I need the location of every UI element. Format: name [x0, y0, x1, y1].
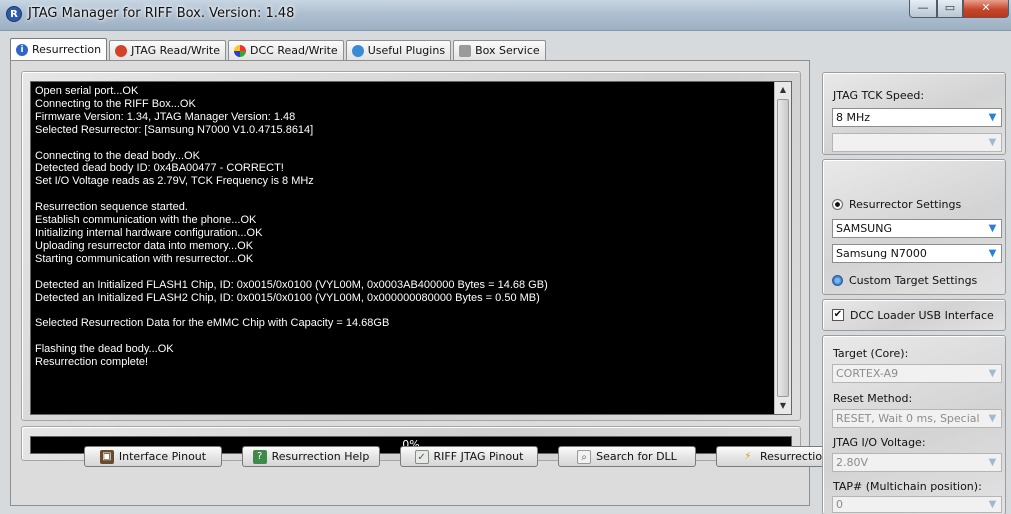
dropdown-arrow-icon: ▼ [988, 112, 997, 123]
resurrector-settings-radio[interactable] [832, 199, 843, 210]
tab-useful-plugins[interactable]: Useful Plugins [345, 40, 452, 60]
tck-secondary-select[interactable]: ▼ [832, 133, 1002, 152]
io-voltage-value: 2.80V [836, 456, 869, 469]
scroll-thumb[interactable] [777, 99, 789, 397]
log-group: Open serial port...OK Connecting to the … [21, 71, 801, 421]
search-for-dll-button[interactable]: ⌕ Search for DLL [558, 446, 696, 467]
chip-icon [115, 44, 128, 57]
tab-label: Useful Plugins [367, 44, 446, 57]
dcc-loader-label: DCC Loader USB Interface [850, 309, 994, 322]
tap-label: TAP# (Multichain position): [833, 480, 982, 493]
button-label: Resurrection Help [271, 450, 370, 463]
target-core-value: CORTEX-A9 [836, 367, 899, 380]
box-icon [459, 44, 472, 57]
manufacturer-select[interactable]: SAMSUNG ▼ [832, 219, 1002, 238]
riff-jtag-pinout-button[interactable]: ✓ RIFF JTAG Pinout [400, 446, 538, 467]
tck-speed-select[interactable]: 8 MHz ▼ [832, 108, 1002, 127]
button-label: Interface Pinout [118, 450, 207, 463]
tab-label: JTAG Read/Write [131, 44, 220, 57]
scroll-up-arrow-icon[interactable]: ▲ [775, 82, 791, 98]
close-button[interactable]: ✕ [963, 0, 1009, 18]
dropdown-arrow-icon: ▼ [988, 499, 997, 510]
button-label: Search for DLL [596, 450, 677, 463]
resurrection-help-button[interactable]: ? Resurrection Help [242, 446, 380, 467]
interface-pinout-button[interactable]: ▣ Interface Pinout [84, 446, 222, 467]
dropdown-arrow-icon: ▼ [988, 457, 997, 468]
action-buttons: ▣ Interface Pinout ? Resurrection Help ✓… [84, 446, 854, 467]
dropdown-arrow-icon: ▼ [988, 248, 997, 259]
window-title: JTAG Manager for RIFF Box. Version: 1.48 [28, 6, 295, 21]
tap-select[interactable]: 0 ▼ [832, 496, 1002, 513]
tab-jtag-read-write[interactable]: JTAG Read/Write [109, 40, 226, 60]
reset-method-select[interactable]: RESET, Wait 0 ms, Special ▼ [832, 409, 1002, 428]
reset-method-value: RESET, Wait 0 ms, Special [836, 412, 980, 425]
tck-speed-group: JTAG TCK Speed: 8 MHz ▼ ▼ [822, 72, 1006, 155]
search-icon: ⌕ [577, 449, 592, 464]
scroll-down-arrow-icon[interactable]: ▼ [775, 398, 791, 414]
minimize-button[interactable]: — [909, 0, 937, 18]
model-select[interactable]: Samsung N7000 ▼ [832, 244, 1002, 263]
custom-target-label: Custom Target Settings [849, 274, 978, 287]
reset-method-label: Reset Method: [833, 392, 913, 405]
io-voltage-select[interactable]: 2.80V ▼ [832, 453, 1002, 472]
connector-icon: ✓ [414, 449, 429, 464]
tck-speed-label: JTAG TCK Speed: [833, 89, 925, 102]
app-icon: R [6, 6, 22, 22]
tab-label: DCC Read/Write [249, 44, 338, 57]
tab-dcc-read-write[interactable]: DCC Read/Write [227, 40, 344, 60]
tab-box-service[interactable]: Box Service [453, 40, 546, 60]
dcc-loader-group: ✔ DCC Loader USB Interface [822, 299, 1006, 331]
target-core-label: Target (Core): [833, 347, 909, 360]
globe-icon [351, 44, 364, 57]
dropdown-arrow-icon: ▼ [988, 223, 997, 234]
resurrector-settings-label: Resurrector Settings [849, 198, 962, 211]
color-wheel-icon [233, 44, 246, 57]
resurrector-settings-group: Resurrector Settings SAMSUNG ▼ Samsung N… [822, 159, 1006, 295]
dropdown-arrow-icon: ▼ [988, 137, 997, 148]
maximize-button[interactable]: ▭ [937, 0, 963, 18]
tab-resurrection[interactable]: i Resurrection [10, 38, 108, 60]
settings-sidebar: JTAG TCK Speed: 8 MHz ▼ ▼ Resurrector Se… [816, 63, 1011, 514]
manufacturer-value: SAMSUNG [836, 222, 892, 235]
log-console[interactable]: Open serial port...OK Connecting to the … [30, 81, 792, 415]
info-icon: i [16, 43, 28, 56]
tab-label: Box Service [475, 44, 540, 57]
tab-label: Resurrection [32, 43, 102, 56]
log-scrollbar[interactable]: ▲ ▼ [774, 82, 791, 414]
window-controls: — ▭ ✕ [909, 0, 1009, 20]
dcc-loader-checkbox[interactable]: ✔ [832, 309, 844, 321]
model-value: Samsung N7000 [836, 247, 927, 260]
main-window: i Resurrection JTAG Read/Write DCC Read/… [0, 30, 1011, 514]
custom-target-radio[interactable] [832, 275, 843, 286]
target-settings-group: Target (Core): CORTEX-A9 ▼ Reset Method:… [822, 335, 1006, 514]
chip-icon: ▣ [99, 449, 114, 464]
button-label: RIFF JTAG Pinout [433, 450, 524, 463]
dropdown-arrow-icon: ▼ [988, 368, 997, 379]
tck-speed-value: 8 MHz [836, 111, 871, 124]
resurrection-panel: Open serial port...OK Connecting to the … [10, 60, 810, 506]
log-text: Open serial port...OK Connecting to the … [35, 85, 548, 369]
io-voltage-label: JTAG I/O Voltage: [833, 436, 926, 449]
help-book-icon: ? [252, 449, 267, 464]
title-bar[interactable]: R JTAG Manager for RIFF Box. Version: 1.… [0, 0, 1011, 30]
target-core-select[interactable]: CORTEX-A9 ▼ [832, 364, 1002, 383]
tab-strip: i Resurrection JTAG Read/Write DCC Read/… [10, 38, 548, 60]
tap-value: 0 [836, 498, 843, 511]
dropdown-arrow-icon: ▼ [988, 413, 997, 424]
lightning-icon: ⚡ [744, 450, 752, 462]
